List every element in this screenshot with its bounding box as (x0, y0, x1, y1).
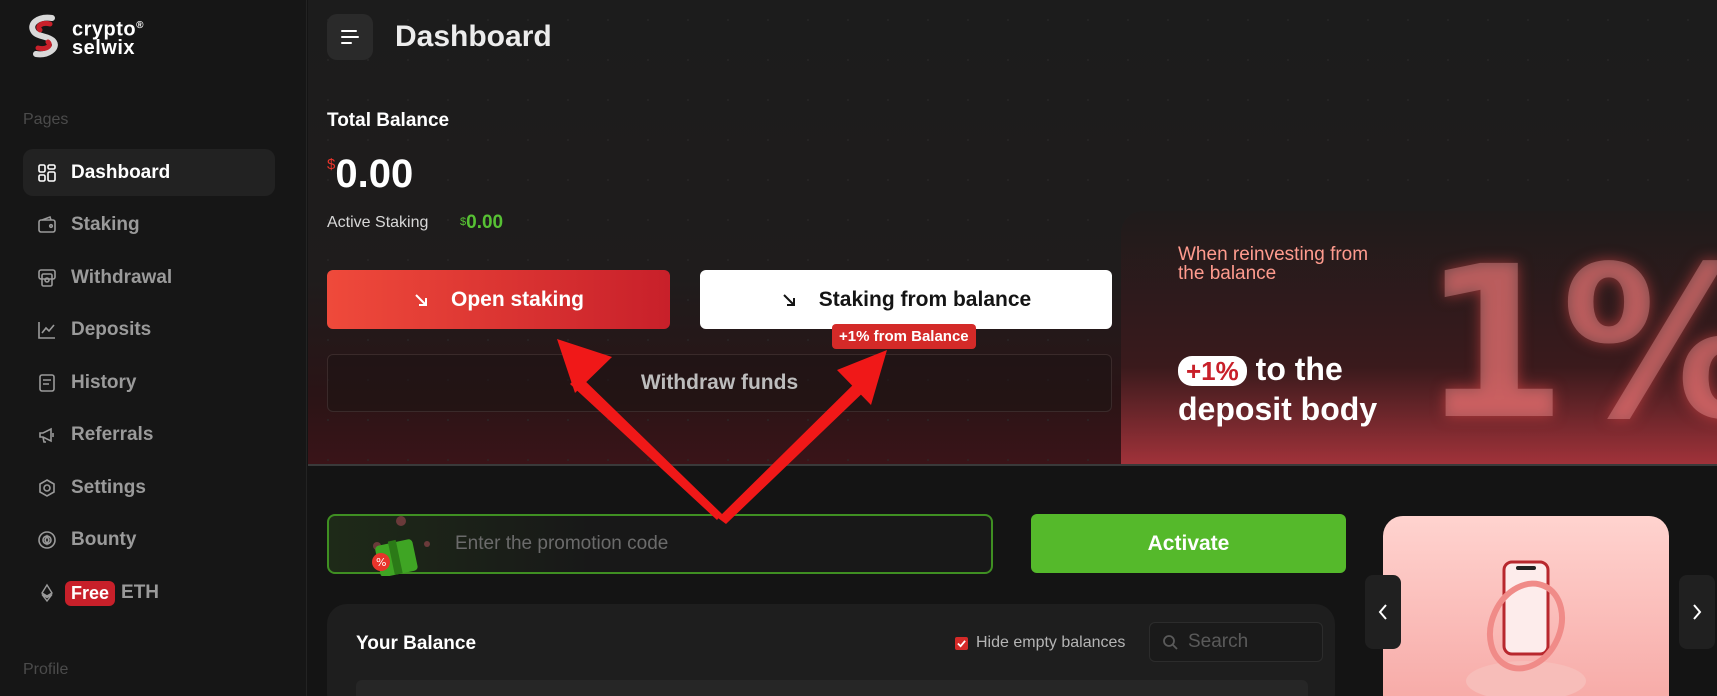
hero-section: Dashboard Total Balance $0.00 Active Sta… (308, 0, 1717, 466)
svg-text:%: % (376, 556, 386, 569)
chevron-right-icon (1693, 604, 1702, 620)
sidebar-item-deposits[interactable]: Deposits (23, 307, 275, 354)
chart-icon (38, 322, 55, 339)
phone-illustration-icon (1466, 560, 1586, 696)
sidebar-item-settings[interactable]: Settings (23, 464, 275, 511)
menu-icon (341, 30, 359, 44)
pages-section-label: Pages (23, 111, 69, 128)
chevron-left-icon (1378, 604, 1387, 620)
arrow-down-right-icon (415, 293, 427, 306)
brand-logo[interactable]: crypto® selwix (24, 14, 144, 60)
withdraw-icon (38, 268, 56, 287)
sidebar-item-label: Referrals (71, 424, 154, 445)
bounty-icon (38, 531, 56, 549)
sidebar-item-free-eth[interactable]: Free ETH (23, 570, 275, 617)
sidebar-item-label: Dashboard (71, 161, 171, 183)
carousel-prev-button[interactable] (1365, 575, 1401, 649)
megaphone-icon (39, 427, 54, 443)
promo-subtitle: When reinvesting from the balance (1178, 244, 1369, 284)
active-staking-value: $0.00 (460, 212, 504, 233)
promo-headline: +1% to the deposit body (1178, 351, 1378, 427)
sidebar-item-label: Staking (71, 214, 140, 235)
arrow-down-right-icon (783, 293, 795, 306)
promotion-code-input[interactable] (455, 529, 955, 559)
promo-pill: +1% (1178, 356, 1247, 386)
check-icon (957, 639, 966, 648)
sidebar-item-label: Withdrawal (71, 266, 173, 288)
eth-icon (41, 583, 53, 603)
activate-button[interactable]: Activate (1031, 514, 1346, 573)
gift-icon: % (372, 516, 430, 576)
brand-name: crypto® selwix (72, 18, 144, 59)
total-balance-value: $0.00 (327, 152, 414, 196)
total-balance-label: Total Balance (327, 110, 450, 131)
staking-from-balance-button[interactable]: Staking from balance (700, 270, 1112, 329)
logo-mark-icon (29, 14, 58, 58)
your-balance-title: Your Balance (356, 633, 477, 654)
sidebar-item-staking[interactable]: Staking (23, 202, 275, 249)
withdraw-funds-button[interactable]: Withdraw funds (327, 354, 1112, 412)
sidebar-item-dashboard[interactable]: Dashboard (23, 149, 275, 196)
search-icon (1163, 635, 1178, 650)
currency-symbol: $ (327, 156, 336, 173)
sidebar-item-withdrawal[interactable]: Withdrawal (23, 254, 275, 301)
history-icon (39, 373, 55, 392)
search-input[interactable] (1188, 631, 1308, 653)
menu-toggle-button[interactable] (327, 14, 373, 60)
sidebar-item-referrals[interactable]: Referrals (23, 412, 275, 459)
big-percent-graphic: 1% (1421, 221, 1717, 466)
sidebar-item-label: Settings (71, 476, 146, 498)
hide-empty-label: Hide empty balances (976, 634, 1126, 651)
sidebar-item-label: ETH (121, 582, 160, 603)
free-badge: Free (65, 580, 116, 606)
balance-search-box[interactable] (1149, 622, 1323, 662)
active-staking-label: Active Staking (327, 214, 429, 231)
side-promo-card[interactable] (1383, 516, 1669, 696)
promotion-code-field: % (327, 514, 993, 576)
sidebar-item-label: Deposits (71, 319, 152, 340)
hide-empty-checkbox[interactable] (955, 636, 968, 650)
wallet-icon (38, 215, 56, 233)
sidebar-item-bounty[interactable]: Bounty (23, 517, 275, 564)
balance-table-header (356, 680, 1308, 696)
settings-icon (39, 478, 55, 497)
profile-section-label: Profile (23, 661, 69, 678)
sidebar-nav: Dashboard Staking Withdrawal Deposits Hi… (23, 149, 275, 622)
page-title: Dashboard (395, 20, 552, 53)
currency-symbol: $ (460, 216, 467, 228)
hide-empty-toggle[interactable]: Hide empty balances (955, 634, 1125, 652)
sidebar: crypto® selwix Pages Dashboard Staking W… (0, 0, 307, 696)
carousel-next-button[interactable] (1679, 575, 1715, 649)
main-content: Dashboard Total Balance $0.00 Active Sta… (308, 0, 1717, 696)
dashboard-icon (38, 163, 56, 182)
reinvest-promo-banner[interactable]: 1% When reinvesting from the balance +1%… (1121, 211, 1717, 466)
bonus-tag: +1% from Balance (832, 324, 976, 349)
sidebar-item-label: History (71, 371, 137, 393)
open-staking-button[interactable]: Open staking (327, 270, 670, 329)
your-balance-card: Your Balance Hide empty balances (327, 604, 1335, 696)
app-root: crypto® selwix Pages Dashboard Staking W… (0, 0, 1717, 696)
sidebar-item-history[interactable]: History (23, 359, 275, 406)
sidebar-item-label: Bounty (71, 529, 137, 550)
